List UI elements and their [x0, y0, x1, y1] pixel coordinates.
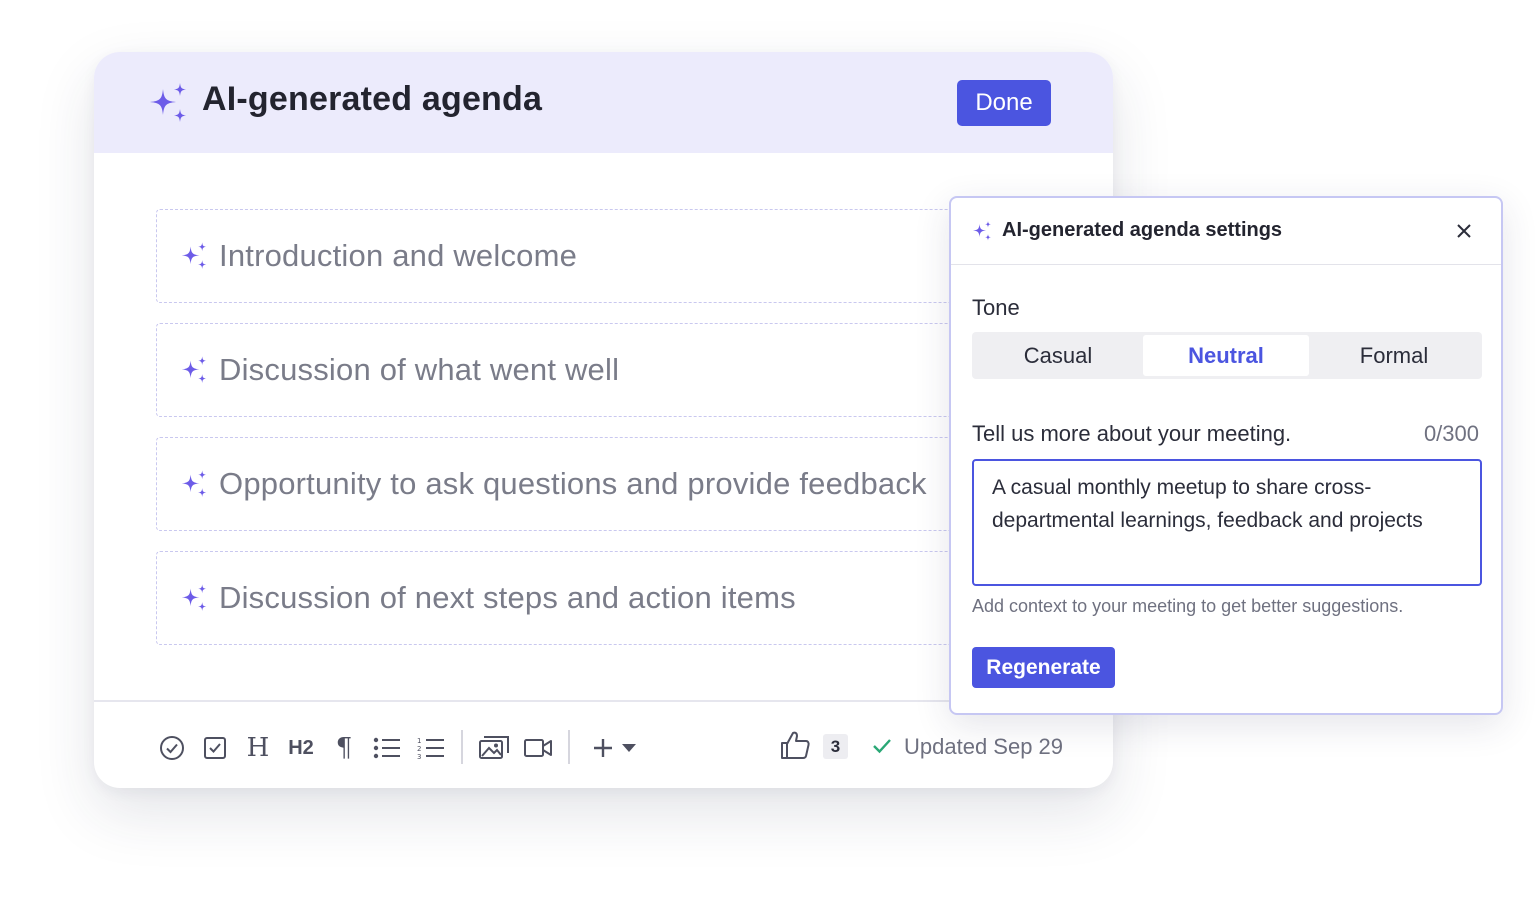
close-button[interactable]	[1451, 218, 1477, 244]
agenda-item-text: Discussion of next steps and action item…	[219, 580, 796, 615]
agenda-item-text: Introduction and welcome	[219, 238, 578, 273]
tone-option-formal[interactable]: Formal	[1311, 335, 1477, 376]
done-button[interactable]: Done	[957, 80, 1051, 126]
sparkle-icon	[181, 242, 207, 269]
image-gallery-icon[interactable]	[477, 732, 511, 764]
tone-selector: Casual Neutral Formal	[972, 332, 1482, 379]
agenda-item[interactable]: Introduction and welcome	[156, 209, 1016, 303]
agenda-item-text: Discussion of what went well	[219, 352, 620, 387]
like-count: 3	[823, 734, 848, 759]
circle-check-icon[interactable]	[158, 732, 186, 764]
check-icon	[873, 739, 891, 754]
regenerate-button[interactable]: Regenerate	[972, 647, 1115, 688]
agenda-settings-panel: AI-generated agenda settings Tone Casual…	[949, 196, 1503, 715]
close-icon	[1457, 224, 1471, 238]
editor-toolbar: H H2 ¶ 123 3 Updated Sep 29	[94, 724, 1113, 772]
helper-text: Add context to your meeting to get bette…	[972, 596, 1404, 616]
sparkle-icon	[150, 83, 186, 122]
paragraph-button[interactable]: ¶	[330, 732, 358, 764]
sparkle-icon	[181, 584, 207, 611]
tone-label: Tone	[972, 295, 1020, 320]
card-title: AI-generated agenda	[202, 80, 543, 118]
insert-menu-button[interactable]	[590, 732, 640, 764]
bullet-list-icon[interactable]	[372, 732, 402, 764]
sparkle-icon	[181, 356, 207, 383]
svg-text:2: 2	[417, 745, 421, 753]
meeting-description-label: Tell us more about your meeting.	[972, 421, 1292, 446]
agenda-item-text: Opportunity to ask questions and provide…	[219, 466, 927, 501]
caret-down-icon	[622, 744, 636, 752]
panel-header: AI-generated agenda settings	[951, 198, 1501, 265]
toolbar-separator	[461, 730, 463, 764]
checkbox-icon[interactable]	[201, 732, 229, 764]
sparkle-icon	[973, 221, 991, 241]
agenda-item[interactable]: Opportunity to ask questions and provide…	[156, 437, 1016, 531]
svg-text:1: 1	[417, 737, 421, 745]
thumbs-up-icon[interactable]	[778, 726, 812, 764]
character-count: 0/300	[1423, 421, 1479, 446]
meeting-description-input[interactable]: A casual monthly meetup to share cross-d…	[972, 459, 1482, 586]
video-icon[interactable]	[522, 732, 554, 764]
updated-status: Updated Sep 29	[904, 734, 1064, 759]
heading-2-button[interactable]: H2	[284, 732, 318, 764]
panel-title: AI-generated agenda settings	[1002, 219, 1283, 241]
sparkle-icon	[181, 470, 207, 497]
heading-button[interactable]: H	[243, 732, 273, 764]
agenda-item[interactable]: Discussion of next steps and action item…	[156, 551, 1016, 645]
card-header: AI-generated agenda Done	[94, 52, 1113, 153]
agenda-item[interactable]: Discussion of what went well	[156, 323, 1016, 417]
svg-text:3: 3	[417, 753, 421, 760]
tone-option-neutral[interactable]: Neutral	[1143, 335, 1309, 376]
tone-option-casual[interactable]: Casual	[975, 335, 1141, 376]
numbered-list-icon[interactable]: 123	[416, 732, 446, 764]
toolbar-separator	[568, 730, 570, 764]
plus-icon	[594, 739, 612, 757]
